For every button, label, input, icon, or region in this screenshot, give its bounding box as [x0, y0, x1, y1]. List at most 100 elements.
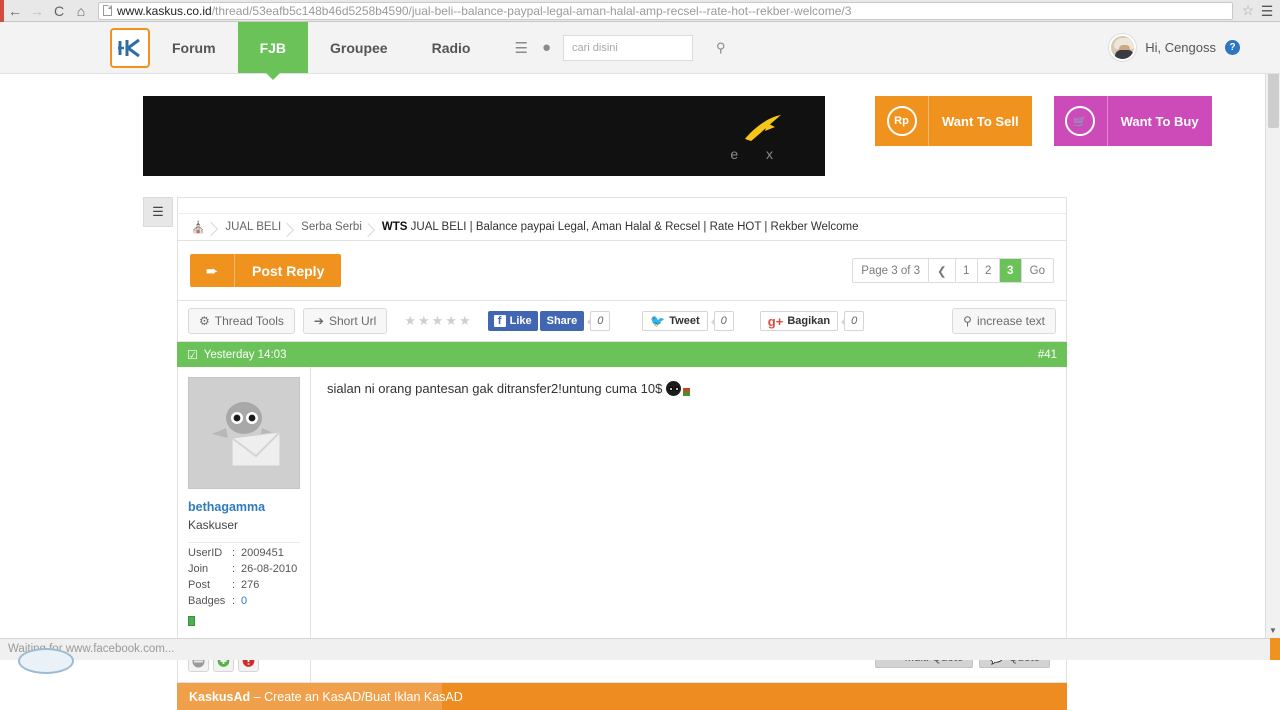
reply-arrow-icon: ➨: [190, 254, 235, 287]
stat-key: Post: [188, 579, 211, 591]
nav-item-radio[interactable]: Radio: [410, 22, 493, 73]
nav-item-forum[interactable]: Forum: [150, 22, 238, 73]
home-icon[interactable]: ⌂: [70, 1, 92, 21]
kaskus-logo[interactable]: [110, 28, 150, 68]
hamburger-menu-icon[interactable]: ☰: [1258, 4, 1276, 18]
search-icon[interactable]: ⚲: [716, 40, 726, 56]
twitter-group: 🐦 Tweet 0: [642, 311, 734, 331]
window-decoration: [18, 648, 74, 674]
short-url-button[interactable]: ➔ Short Url: [302, 308, 388, 334]
url-path: /thread/53eafb5c148b46d5258b4590/jual-be…: [211, 3, 852, 18]
rating-stars[interactable]: ★ ★ ★ ★ ★: [404, 313, 470, 329]
breadcrumb-link[interactable]: JUAL BELI: [225, 221, 281, 233]
ad-letters: e x: [730, 146, 785, 162]
gear-icon: ⚙: [199, 314, 210, 328]
location-pin-icon[interactable]: ●: [542, 39, 551, 56]
want-to-buy-button[interactable]: 🛒 Want To Buy: [1053, 96, 1212, 146]
breadcrumb-link[interactable]: Serba Serbi: [301, 221, 362, 233]
star-icon[interactable]: ☆: [1238, 2, 1258, 19]
page-button-3[interactable]: 3: [999, 259, 1022, 282]
post-content-panel: sialan ni orang pantesan gak ditransfer2…: [311, 367, 1066, 682]
thread-column: ⛪ JUAL BELI Serba Serbi WTS JUAL BELI | …: [177, 197, 1067, 710]
page-indicator: Page 3 of 3: [853, 259, 930, 282]
wts-wtb-buttons: Rp Want To Sell 🛒 Want To Buy: [875, 96, 1212, 146]
rupiah-glyph: Rp: [886, 106, 917, 136]
tweet-button[interactable]: 🐦 Tweet: [642, 311, 708, 331]
tweet-label: Tweet: [669, 315, 700, 327]
go-button[interactable]: Go: [1021, 259, 1053, 282]
checkbox-checked-icon[interactable]: ☑: [187, 348, 198, 362]
breadcrumb-current-prefix: WTS: [381, 221, 408, 233]
user-greeting: Hi, Cengoss: [1145, 40, 1216, 55]
kaskus-ad-bar[interactable]: KaskusAd – Create an KasAD/Buat Iklan Ka…: [177, 683, 1067, 710]
browser-chrome: ← → C ⌂ www.kaskus.co.id/thread/53eafb5c…: [0, 0, 1280, 22]
breadcrumb-home-icon[interactable]: ⛪: [178, 220, 215, 234]
star-icon[interactable]: ★: [432, 313, 444, 329]
default-avatar-placeholder[interactable]: [188, 377, 300, 489]
scroll-down-arrow[interactable]: ▼: [1266, 623, 1280, 638]
author-stat-join: Join : 26-08-2010: [188, 563, 298, 575]
facebook-like-button[interactable]: f Like: [487, 311, 538, 331]
increase-text-label: increase text: [976, 314, 1045, 328]
list-icon[interactable]: ☰: [514, 39, 527, 57]
star-icon[interactable]: ★: [418, 313, 430, 329]
thread-tools-label: Thread Tools: [214, 314, 284, 328]
prev-page-button[interactable]: ❮: [929, 259, 956, 282]
kaskus-ad-brand: KaskusAd: [189, 689, 251, 704]
google-plus-count: 0: [841, 311, 865, 331]
nav-label: Forum: [172, 39, 216, 56]
url-domain: www.kaskus.co.id: [117, 3, 212, 18]
page-button-1[interactable]: 1: [955, 259, 978, 282]
nav-item-fjb[interactable]: FJB: [237, 22, 309, 80]
nav-item-groupee[interactable]: Groupee: [308, 22, 410, 73]
google-plus-label: Bagikan: [787, 315, 831, 327]
post-body: bethagamma Kaskuser UserID : 2009451 Joi…: [177, 367, 1067, 683]
forward-arrow-icon[interactable]: →: [26, 1, 48, 21]
taskbar-edge: [1270, 638, 1280, 660]
star-icon[interactable]: ★: [404, 313, 416, 329]
stat-key: Join: [188, 563, 209, 575]
post-author-panel: bethagamma Kaskuser UserID : 2009451 Joi…: [178, 367, 311, 682]
post-author-title: Kaskuser: [188, 518, 300, 543]
page-scrollbar[interactable]: ▲ ▼: [1265, 23, 1280, 638]
breadcrumb-item-jual-beli[interactable]: JUAL BELI: [215, 221, 291, 233]
nav-label: Radio: [431, 39, 471, 56]
stat-value: 2009451: [241, 547, 284, 559]
advertisement-banner[interactable]: e x: [143, 96, 825, 176]
user-area[interactable]: Hi, Cengoss ?: [1109, 22, 1240, 73]
breadcrumb-item-serba-serbi[interactable]: Serba Serbi: [291, 221, 372, 233]
stat-value[interactable]: 0: [241, 595, 247, 607]
reply-bar: ➨ Post Reply Page 3 of 3 ❮ 1 2 3 Go: [177, 241, 1067, 301]
post-header: ☑ Yesterday 14:03 #41: [177, 342, 1067, 367]
star-icon[interactable]: ★: [459, 313, 471, 329]
facebook-share-button[interactable]: Share: [539, 311, 585, 331]
page-button-2[interactable]: 2: [977, 259, 1000, 282]
breadcrumb: ⛪ JUAL BELI Serba Serbi WTS JUAL BELI | …: [178, 213, 1066, 240]
increase-text-button[interactable]: ⚲ increase text: [952, 308, 1056, 334]
stat-key: UserID: [188, 547, 223, 559]
post-reply-label: Post Reply: [252, 262, 325, 279]
thread-tools-button[interactable]: ⚙ Thread Tools: [188, 308, 295, 334]
zoom-in-icon: ⚲: [963, 314, 972, 328]
header-icon-group: ☰ ●: [514, 22, 551, 73]
want-to-sell-button[interactable]: Rp Want To Sell: [875, 96, 1032, 146]
post-reply-button[interactable]: ➨ Post Reply: [190, 254, 342, 287]
post-author-name[interactable]: bethagamma: [188, 500, 300, 514]
google-plus-share-button[interactable]: g+ Bagikan: [759, 311, 839, 331]
post-content: sialan ni orang pantesan gak ditransfer2…: [327, 381, 1050, 396]
nav-label: FJB: [259, 39, 287, 56]
post-number[interactable]: #41: [1038, 349, 1057, 361]
author-stat-post: Post : 276: [188, 579, 260, 591]
pagination: Page 3 of 3 ❮ 1 2 3 Go: [852, 258, 1054, 283]
search-input[interactable]: [570, 41, 716, 55]
list-toggle-icon[interactable]: ☰: [143, 197, 173, 227]
help-icon[interactable]: ?: [1225, 40, 1240, 55]
thread-tools-bar: ⚙ Thread Tools ➔ Short Url ★ ★ ★ ★ ★ f L…: [177, 301, 1067, 342]
back-arrow-icon[interactable]: ←: [4, 1, 26, 21]
reload-icon[interactable]: C: [48, 1, 70, 21]
search-box[interactable]: ⚲: [563, 35, 726, 61]
avatar[interactable]: [1109, 34, 1137, 61]
url-bar[interactable]: www.kaskus.co.id/thread/53eafb5c148b46d5…: [98, 1, 1233, 20]
star-icon[interactable]: ★: [445, 313, 457, 329]
post-timestamp: Yesterday 14:03: [203, 348, 287, 361]
